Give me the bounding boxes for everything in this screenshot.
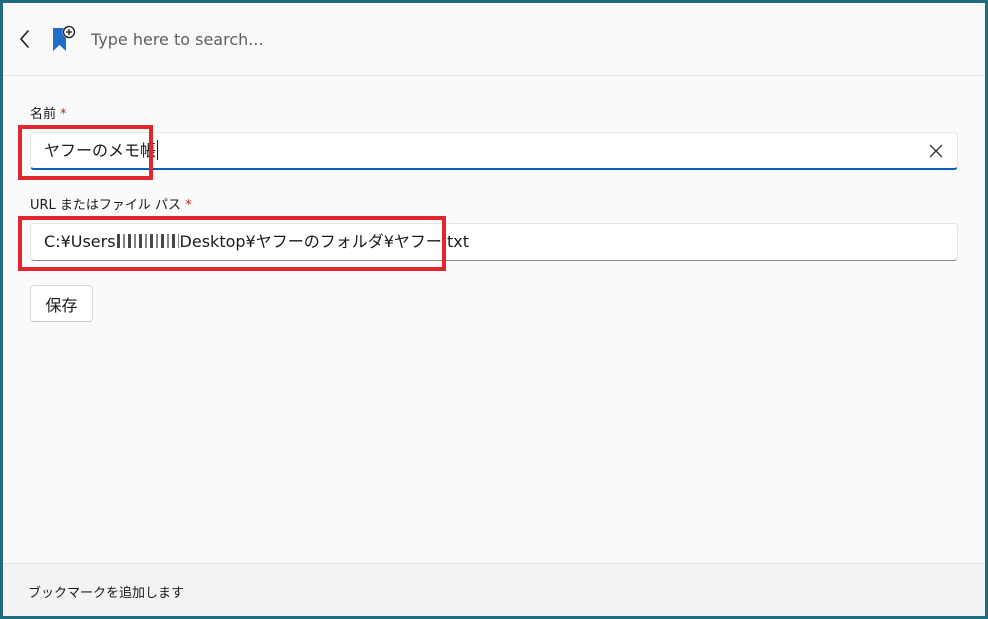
name-required-mark: *	[60, 107, 67, 122]
path-field-label: URL またはファイル パス *	[30, 194, 192, 213]
redacted-username	[116, 234, 179, 248]
path-input-value-suffix: Desktop¥ヤフーのフォルダ¥ヤフー.txt	[179, 232, 469, 251]
path-label-text: URL またはファイル パス	[30, 198, 182, 213]
status-bar: ブックマークを追加します	[3, 563, 985, 616]
search-input[interactable]	[83, 23, 659, 55]
bookmark-window: 名前* ヤフーのメモ帳 URL またはファイル パス* C:¥UsersDesk…	[3, 3, 985, 616]
header-bar	[3, 3, 985, 76]
path-required-mark: *	[185, 198, 192, 213]
name-input-value: ヤフーのメモ帳	[44, 141, 157, 160]
name-input-value-wrap: ヤフーのメモ帳	[44, 133, 159, 169]
close-icon	[929, 144, 943, 158]
name-input[interactable]: ヤフーのメモ帳	[30, 132, 958, 170]
bookmark-add-icon	[53, 25, 76, 51]
path-input-value-prefix: C:¥Users	[44, 232, 116, 251]
text-caret	[157, 140, 159, 160]
clear-button[interactable]	[925, 140, 947, 162]
save-button[interactable]: 保存	[30, 285, 93, 322]
path-input[interactable]: C:¥Users Desktop¥ヤフーのフォルダ¥ヤフー.txt	[30, 223, 958, 261]
back-button[interactable]	[11, 25, 39, 53]
path-input-value-wrap: C:¥Users Desktop¥ヤフーのフォルダ¥ヤフー.txt	[44, 224, 469, 260]
name-label-text: 名前	[30, 107, 57, 122]
chevron-left-icon	[20, 30, 29, 48]
name-field-label: 名前 *	[30, 103, 67, 122]
status-text: ブックマークを追加します	[28, 586, 185, 601]
